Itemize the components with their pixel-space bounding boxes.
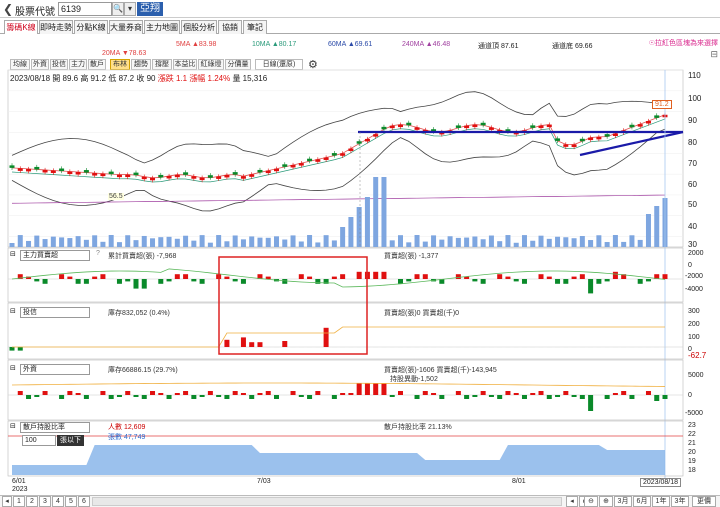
tab-stock-analysis[interactable]: 個股分析 xyxy=(181,20,217,34)
range-6m[interactable]: 6月 xyxy=(633,496,651,507)
back-icon[interactable]: ❮ xyxy=(2,2,14,16)
dropdown-icon[interactable]: ▾ xyxy=(124,2,136,16)
panel-collapse-icon[interactable]: ⊟ xyxy=(10,422,16,430)
hint-note: ☉拉紅色區塊為來選擇 xyxy=(648,40,718,47)
scroll-left-icon[interactable]: ◂ xyxy=(566,496,578,507)
tab-realtime[interactable]: 即時走勢 xyxy=(39,20,73,34)
price-high-marker: 91.2 xyxy=(652,100,672,109)
more-button[interactable]: 更價 xyxy=(692,496,716,507)
price-grid xyxy=(8,69,683,237)
tab-branch-kline[interactable]: 分點K線 xyxy=(74,20,108,34)
main-buysell-legend: 買賣超(張) -1,377 xyxy=(384,253,439,260)
tab-cosale[interactable]: 協銷 xyxy=(218,20,242,34)
tab-chip-kline[interactable]: 籌碼K線 xyxy=(4,20,38,34)
trust-bars xyxy=(8,326,683,351)
page-6[interactable]: 6 xyxy=(78,496,90,507)
zoom-out-icon[interactable]: ⊖ xyxy=(584,496,598,507)
main-cum-legend: 累計買賣超(張) -7,968 xyxy=(108,253,177,260)
page-5[interactable]: 5 xyxy=(65,496,77,507)
help-icon[interactable]: ? xyxy=(96,250,100,257)
x-label-year: 2023 xyxy=(12,486,28,493)
range-3m[interactable]: 3月 xyxy=(614,496,632,507)
channel-top-legend: 通道頂 87.61 xyxy=(478,43,519,50)
x-label-aug: 8/01 xyxy=(512,478,526,485)
panel-collapse-icon[interactable]: ⊟ xyxy=(10,364,16,372)
stock-name: 亞翔 xyxy=(137,2,163,16)
trust-buysell-legend: 買賣超(張)0 買賣超(千)0 xyxy=(384,310,460,317)
retail-ratio-legend: 散戶持股比率 21.13% xyxy=(384,424,452,431)
trust-stock-legend: 庫存832,052 (0.4%) xyxy=(108,310,170,317)
stock-code-label: 股票代號 xyxy=(15,7,55,18)
collapse-icon[interactable]: ⊟ xyxy=(710,49,718,60)
trust-marker: -62.7 xyxy=(688,351,707,360)
main-force-select[interactable]: 主力買賣超 xyxy=(20,250,90,261)
retail-threshold-select[interactable]: 100 xyxy=(22,435,56,446)
foreign-select[interactable]: 外資 xyxy=(20,364,90,375)
tab-notes[interactable]: 筆記 xyxy=(243,20,267,34)
scroll-track[interactable] xyxy=(92,497,562,506)
stock-code-input[interactable]: 6139 xyxy=(58,2,112,16)
tab-main-map[interactable]: 主力地圖 xyxy=(144,20,180,34)
trust-select[interactable]: 投信 xyxy=(20,307,90,318)
search-icon[interactable]: 🔍 xyxy=(112,2,124,16)
x-label-july: 7/03 xyxy=(257,478,271,485)
page-3[interactable]: 3 xyxy=(39,496,51,507)
ma60-legend: 60MA ▲69.61 xyxy=(328,41,373,48)
price-low-marker: 56.5 xyxy=(108,193,124,200)
ma240-legend: 240MA ▲46.48 xyxy=(402,41,451,48)
retail-select[interactable]: 散戶持股比率 xyxy=(20,422,90,433)
candlesticks xyxy=(9,112,668,183)
foreign-holding-change: 持股異動-1,502 xyxy=(390,376,438,383)
main-force-bars xyxy=(8,268,683,294)
page-prev-icon[interactable]: ◂ xyxy=(2,496,12,507)
channel-bottom-legend: 通道底 69.66 xyxy=(552,43,593,50)
ma5-legend: 5MA ▲83.98 xyxy=(176,41,217,48)
foreign-bars xyxy=(8,382,683,411)
x-label-june: 6/01 xyxy=(12,478,26,485)
retail-people-legend: 人數 12,609 xyxy=(108,424,146,431)
page-4[interactable]: 4 xyxy=(52,496,64,507)
ma10-legend: 10MA ▲80.17 xyxy=(252,41,297,48)
tab-big-broker[interactable]: 大量券商 xyxy=(109,20,143,34)
range-3y[interactable]: 3年 xyxy=(671,496,689,507)
range-1y[interactable]: 1年 xyxy=(652,496,670,507)
page-1[interactable]: 1 xyxy=(13,496,25,507)
x-label-current: 2023/08/18 xyxy=(640,478,682,487)
panel-collapse-icon[interactable]: ⊟ xyxy=(10,307,16,315)
retail-shares-legend: 張數 47,749 xyxy=(108,434,146,441)
retail-threshold-label: 張以下 xyxy=(57,435,84,446)
panel-collapse-icon[interactable]: ⊟ xyxy=(10,250,16,258)
channel-trend-line xyxy=(579,130,684,157)
zoom-in-icon[interactable]: ⊕ xyxy=(599,496,613,507)
foreign-stock-legend: 庫存66886.15 (29.7%) xyxy=(108,367,178,374)
page-2[interactable]: 2 xyxy=(26,496,38,507)
ma20-legend: 20MA ▼78.63 xyxy=(102,50,147,57)
tab-strip xyxy=(0,20,720,34)
